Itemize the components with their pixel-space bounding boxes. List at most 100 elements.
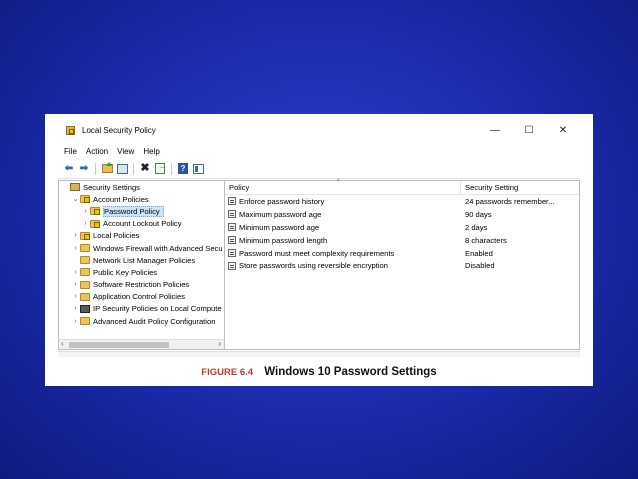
chevron-icon[interactable]: › bbox=[71, 318, 80, 325]
chevron-icon[interactable]: › bbox=[71, 245, 80, 252]
toolbar-separator bbox=[95, 162, 96, 175]
toolbar-separator bbox=[171, 162, 172, 175]
column-setting-label: Security Setting bbox=[465, 183, 519, 192]
tree-item-label: Account Policies bbox=[93, 194, 149, 204]
figure-number: FIGURE 6.4 bbox=[201, 367, 254, 378]
column-header-policy[interactable]: Policy ^ bbox=[225, 179, 461, 194]
tree-item[interactable]: Network List Manager Policies bbox=[59, 254, 224, 266]
scroll-right-icon[interactable]: › bbox=[218, 339, 221, 348]
policy-name: Minimum password age bbox=[239, 222, 320, 232]
policy-item-icon bbox=[228, 210, 236, 219]
delete-icon[interactable]: ✖ bbox=[139, 163, 151, 175]
tree-item[interactable]: ⌄ Account Policies bbox=[59, 193, 224, 205]
tree-item[interactable]: › Advanced Audit Policy Configuration bbox=[59, 315, 224, 327]
tree-item[interactable]: › Software Restriction Policies bbox=[59, 279, 224, 291]
tree-item-label: Windows Firewall with Advanced Secu bbox=[93, 243, 223, 253]
policy-cell: Minimum password length bbox=[225, 236, 461, 245]
chevron-icon[interactable]: › bbox=[71, 305, 80, 312]
tree-item[interactable]: › Windows Firewall with Advanced Secu bbox=[59, 242, 224, 254]
close-button[interactable]: ✕ bbox=[546, 117, 580, 143]
menu-help[interactable]: Help bbox=[143, 147, 159, 156]
policy-row[interactable]: Enforce password history 24 passwords rem… bbox=[225, 195, 579, 208]
chevron-icon[interactable]: › bbox=[81, 220, 90, 227]
show-console-tree-icon[interactable] bbox=[116, 163, 128, 175]
tree-item[interactable]: › Password Policy bbox=[59, 205, 224, 217]
view-icon[interactable] bbox=[192, 163, 204, 175]
chevron-icon[interactable]: › bbox=[81, 208, 90, 215]
sort-indicator-icon: ^ bbox=[337, 179, 340, 185]
chevron-icon[interactable]: › bbox=[71, 269, 80, 276]
menu-bar: File Action View Help bbox=[58, 143, 580, 159]
policy-row[interactable]: Minimum password length 8 characters bbox=[225, 234, 579, 247]
policy-name: Store passwords using reversible encrypt… bbox=[239, 261, 388, 271]
policy-folder-icon bbox=[80, 231, 90, 240]
tree-item[interactable]: › Application Control Policies bbox=[59, 291, 224, 303]
tree-item-label: Advanced Audit Policy Configuration bbox=[93, 316, 216, 326]
console-tree: Security Settings ⌄ Account Policies › Passw… bbox=[58, 180, 225, 350]
figure-title: Windows 10 Password Settings bbox=[264, 366, 437, 378]
tree-item[interactable]: › Public Key Policies bbox=[59, 266, 224, 278]
help-icon[interactable]: ? bbox=[177, 163, 189, 175]
panes: Security Settings ⌄ Account Policies › Passw… bbox=[58, 179, 580, 357]
toolbar: ⬅ ➡ ✖ ? bbox=[58, 159, 580, 179]
menu-action[interactable]: Action bbox=[86, 147, 108, 156]
scroll-left-icon[interactable]: ‹ bbox=[61, 339, 64, 348]
window-title: Local Security Policy bbox=[82, 125, 156, 135]
security-setting-value: 8 characters bbox=[465, 235, 507, 245]
folder-icon bbox=[80, 256, 90, 265]
policy-folder-icon bbox=[90, 219, 100, 228]
tree-item-label: Network List Manager Policies bbox=[93, 255, 196, 265]
tree-item[interactable]: › Account Lockout Policy bbox=[59, 218, 224, 230]
policy-name: Maximum password age bbox=[239, 209, 322, 219]
slide-content: Local Security Policy — ☐ ✕ File Action … bbox=[45, 114, 593, 386]
policy-item-icon bbox=[228, 236, 236, 245]
chevron-icon[interactable]: › bbox=[71, 232, 80, 239]
figure-caption: FIGURE 6.4 Windows 10 Password Settings bbox=[45, 366, 593, 378]
policy-item-icon bbox=[228, 261, 236, 270]
tree-item[interactable]: › Local Policies bbox=[59, 230, 224, 242]
folder-icon bbox=[80, 280, 90, 289]
menu-view[interactable]: View bbox=[117, 147, 134, 156]
policy-list: Policy ^ Security Setting Enforce passwo… bbox=[225, 179, 580, 350]
tree-item-label: Public Key Policies bbox=[93, 267, 158, 277]
policy-row[interactable]: Store passwords using reversible encrypt… bbox=[225, 259, 579, 272]
policy-row[interactable]: Minimum password age 2 days bbox=[225, 221, 579, 234]
export-list-icon[interactable] bbox=[154, 162, 167, 175]
forward-arrow-icon[interactable]: ➡ bbox=[78, 163, 90, 175]
maximize-button[interactable]: ☐ bbox=[512, 117, 546, 143]
minimize-button[interactable]: — bbox=[478, 117, 512, 143]
policy-row[interactable]: Maximum password age 90 days bbox=[225, 208, 579, 221]
up-folder-icon[interactable] bbox=[101, 162, 113, 175]
folder-icon bbox=[80, 317, 90, 326]
tree-horizontal-scrollbar[interactable]: ‹ › bbox=[59, 339, 224, 349]
column-header-security-setting[interactable]: Security Setting bbox=[461, 181, 579, 194]
folder-icon bbox=[80, 292, 90, 301]
chevron-icon[interactable]: › bbox=[71, 281, 80, 288]
security-setting-value: Disabled bbox=[465, 261, 495, 271]
policy-cell: Enforce password history bbox=[225, 197, 461, 206]
tree-item-label: Security Settings bbox=[83, 182, 140, 192]
security-setting-value: Enabled bbox=[465, 248, 493, 258]
security-policy-app-icon bbox=[66, 125, 76, 135]
column-policy-label: Policy bbox=[229, 183, 250, 192]
policy-item-icon bbox=[228, 249, 236, 257]
policy-name: Minimum password length bbox=[239, 235, 328, 245]
policy-item-icon bbox=[228, 197, 236, 206]
back-arrow-icon[interactable]: ⬅ bbox=[63, 163, 75, 175]
toolbar-separator bbox=[133, 162, 134, 175]
tree-item-label-selected: Password Policy bbox=[103, 205, 164, 217]
tree-item[interactable]: › IP Security Policies on Local Compute bbox=[59, 303, 224, 315]
policy-cell: Store passwords using reversible encrypt… bbox=[225, 261, 461, 270]
menu-file[interactable]: File bbox=[64, 147, 77, 156]
folder-icon bbox=[80, 268, 90, 277]
chevron-icon[interactable]: › bbox=[71, 293, 80, 300]
folder-icon bbox=[80, 244, 90, 253]
tree-item[interactable]: Security Settings bbox=[59, 181, 224, 193]
tree-item-label: Local Policies bbox=[93, 231, 140, 241]
list-header: Policy ^ Security Setting bbox=[225, 179, 579, 195]
scrollbar-thumb[interactable] bbox=[69, 342, 169, 348]
tree-item-label: IP Security Policies on Local Compute bbox=[93, 304, 222, 314]
policy-row[interactable]: Password must meet complexity requiremen… bbox=[225, 247, 579, 260]
chevron-icon[interactable]: ⌄ bbox=[71, 195, 80, 203]
policy-folder-icon bbox=[90, 207, 100, 216]
